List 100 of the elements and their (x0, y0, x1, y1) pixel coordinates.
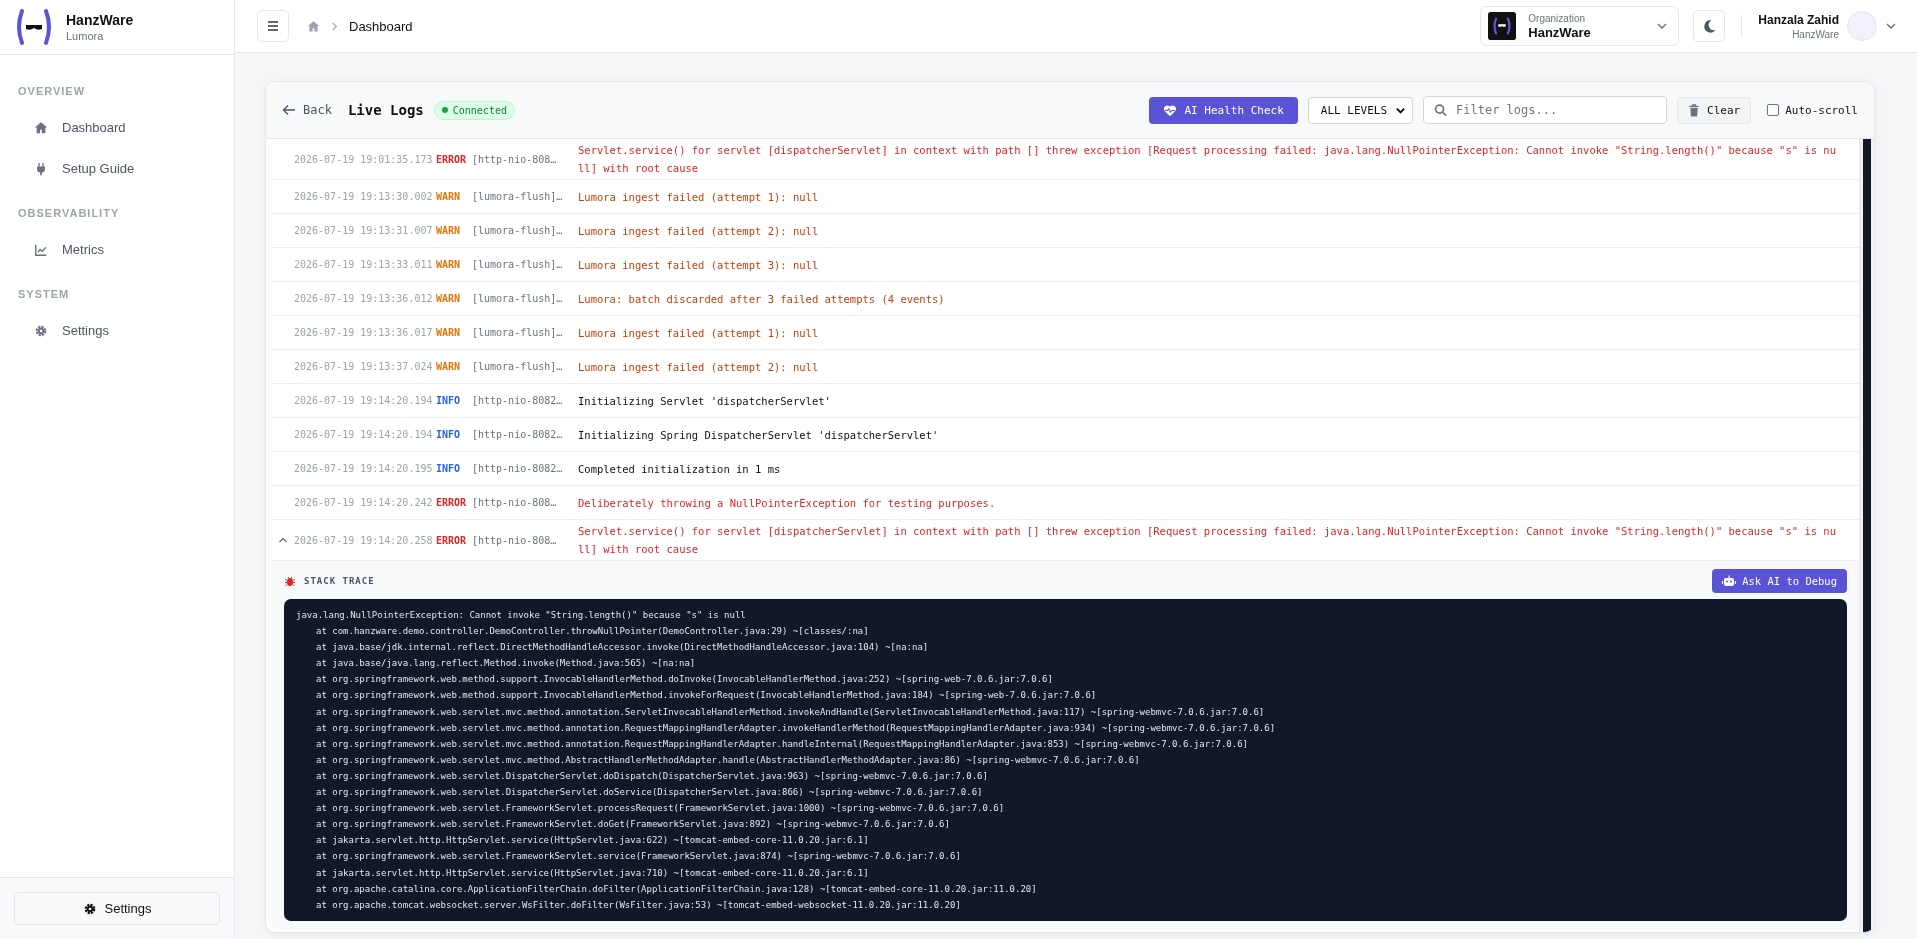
log-message: Deliberately throwing a NullPointerException for testing purposes. (578, 495, 997, 511)
auto-scroll-checkbox[interactable] (1767, 104, 1780, 116)
stack-frame-line: at org.springframework.web.servlet.mvc.method.annotation.RequestMappingHandlerAdapter.handleInternal(RequestMappingHandlerAdapter.java:853) ~[spring-webmvc-7.0.6.jar:7.0.6] (315, 737, 1249, 751)
log-thread: [lumora-flush]… (472, 327, 564, 338)
log-thread: [lumora-flush]… (472, 191, 564, 202)
log-thread: [http-nio-808… (472, 534, 558, 546)
level-filter-dropdown[interactable]: ALL LEVELS (1307, 96, 1413, 124)
log-thread: [http-nio-808… (472, 497, 558, 508)
heart-pulse-icon (1163, 103, 1178, 117)
log-thread: [http-nio-808… (472, 153, 558, 165)
stack-frame-line: at org.apache.tomcat.websocket.server.WsFilter.doFilter(WsFilter.java:53) ~[tomcat-embed-websocket-11.0.20.jar:11.0.20] (315, 898, 962, 912)
log-timestamp: 2026-07-19 19:13:37.024 (294, 361, 434, 372)
log-timestamp: 2026-07-19 19:14:20.258 (294, 534, 434, 546)
home-icon (34, 120, 48, 135)
log-timestamp: 2026-07-19 19:14:20.195 (294, 463, 434, 474)
log-message: Lumora ingest failed (attempt 2): null (578, 359, 820, 375)
log-thread: [lumora-flush]… (472, 293, 564, 304)
back-link[interactable]: Back (282, 103, 332, 117)
organization-name: HanzWare (1528, 24, 1592, 40)
chevron-down-icon (1656, 20, 1669, 32)
stack-frame-line: at org.springframework.web.servlet.DispatcherServlet.doDispatch(DispatcherServlet.java:963) ~[spring-webmvc-7.0.6.jar:7.0.6] (315, 769, 989, 783)
settings-icon (82, 901, 97, 916)
log-level: ERROR (436, 153, 468, 165)
stack-frame-line: at org.springframework.web.servlet.mvc.method.annotation.ServletInvocableHandlerMethod.invokeAndHandle(ServletInvocableHandlerMethod.java:117) ~[spring-webmvc-7.0.6.jar:7.0.6] (315, 705, 1266, 719)
log-message: Servlet.service() for servlet [dispatcherServlet] in context with path [] threw exception [Request processing failed: java.lang.NullPointerException: Cannot invoke "String.length()" because "s" is null] with root cause (578, 524, 1837, 557)
panel-title: Live Logs (347, 102, 424, 118)
stack-frame-line: at org.apache.catalina.core.ApplicationFilterChain.doFilter(ApplicationFilterChain.java:128) ~[tomcat-embed-core-11.0.20.jar:11.0.20] (315, 882, 1038, 896)
filter-logs-field[interactable]: Filter logs... (1423, 96, 1667, 124)
organization-caption: Organization (1528, 12, 1586, 24)
settings-button[interactable]: Settings (14, 892, 220, 925)
chevron-down-icon[interactable] (1885, 20, 1897, 32)
log-level: INFO (436, 429, 462, 440)
nav-item[interactable]: Dashboard (0, 107, 234, 148)
breadcrumb-current: Dashboard (349, 18, 413, 34)
stack-frame-line: at org.springframework.web.method.support.InvocableHandlerMethod.invokeForRequest(InvocableHandlerMethod.java:184) ~[spring-web-7.0.6.jar:7.0.6] (315, 689, 1098, 703)
settings-icon (34, 323, 48, 338)
moon-icon (1701, 18, 1717, 34)
theme-toggle-button[interactable] (1693, 10, 1726, 42)
menu-button[interactable] (257, 10, 289, 42)
log-level: WARN (436, 191, 462, 202)
log-message: Initializing Spring DispatcherServlet 'dispatcherServlet' (578, 427, 940, 443)
nav-item[interactable]: Setup Guide (0, 148, 234, 189)
bug-icon (284, 575, 296, 587)
log-thread: [lumora-flush]… (472, 259, 564, 270)
log-level: WARN (436, 327, 462, 338)
stack-frame-line: at org.springframework.web.servlet.mvc.method.annotation.RequestMappingHandlerAdapter.invokeHandlerMethod(RequestMappingHandlerAdapter.java:934) ~[spring-webmvc-7.0.6.jar:7.0.6] (315, 721, 1277, 735)
stack-frame-line: at org.springframework.web.servlet.DispatcherServlet.doService(DispatcherServlet.java:866) ~[spring-webmvc-7.0.6.jar:7.0.6] (315, 786, 984, 800)
stack-frame-line: at com.hanzware.demo.controller.DemoController.throwNullPointer(DemoController.java:29) ~[classes/:na] (315, 625, 870, 639)
brand-subtitle: Lumora (66, 30, 105, 42)
log-timestamp: 2026-07-19 19:01:35.173 (294, 153, 434, 165)
search-icon (1434, 103, 1447, 117)
user-organization: HanzWare (1792, 28, 1839, 40)
log-message: Lumora: batch discarded after 3 failed attempts (4 events) (578, 291, 946, 307)
log-timestamp: 2026-07-19 19:14:20.242 (294, 497, 434, 508)
scrollbar[interactable] (1859, 139, 1874, 932)
log-level: WARN (436, 259, 462, 270)
trash-icon (1688, 103, 1700, 117)
log-level: INFO (436, 463, 462, 474)
line-chart-icon (34, 242, 48, 257)
stack-frame-line: at org.springframework.web.method.support.InvocableHandlerMethod.doInvoke(InvocableHandlerMethod.java:252) ~[spring-web-7.0.6.jar:7.0.6] (315, 673, 1054, 687)
log-level: ERROR (436, 534, 468, 546)
stack-frame-line: at org.springframework.web.servlet.FrameworkServlet.service(FrameworkServlet.java:874) ~[spring-webmvc-7.0.6.jar:7.0.6] (315, 850, 962, 864)
log-thread: [http-nio-8082… (472, 463, 564, 474)
caret-up-icon[interactable] (278, 535, 288, 545)
log-timestamp: 2026-07-19 19:13:33.011 (294, 259, 434, 270)
connection-status-badge: Connected (433, 100, 515, 120)
arrow-left-icon (282, 103, 296, 117)
plug-icon (34, 161, 48, 176)
log-message: Lumora ingest failed (attempt 1): null (578, 325, 820, 341)
nav-item[interactable]: Settings (0, 310, 234, 351)
log-level: INFO (436, 395, 462, 406)
log-message: Initializing Servlet 'dispatcherServlet' (578, 393, 832, 409)
log-message: Lumora ingest failed (attempt 3): null (578, 257, 820, 273)
stack-frame-line: at java.base/jdk.internal.reflect.DirectMethodHandleAccessor.invoke(DirectMethodHandleAccessor.java:104) ~[na:na] (315, 641, 930, 655)
log-timestamp: 2026-07-19 19:13:36.017 (294, 327, 434, 338)
log-message: Lumora ingest failed (attempt 1): null (578, 189, 820, 205)
clear-button[interactable]: Clear (1677, 96, 1752, 124)
menu-icon (266, 19, 280, 33)
log-thread: [lumora-flush]… (472, 225, 564, 236)
ai-health-check-button[interactable]: AI Health Check (1149, 96, 1298, 124)
organization-logo-icon (1488, 12, 1517, 40)
log-level: ERROR (436, 497, 468, 508)
chevron-right-icon (330, 21, 339, 31)
nav-section-title: OVERVIEW (17, 84, 87, 99)
home-icon[interactable] (307, 19, 320, 33)
stack-frame-line: at jakarta.servlet.http.HttpServlet.service(HttpServlet.java:622) ~[tomcat-embed-core-11.0.20.jar:6.1] (315, 834, 870, 848)
nav-item[interactable]: Metrics (0, 229, 234, 270)
stack-trace-title: STACK TRACE (304, 576, 375, 586)
organization-selector[interactable]: Organization HanzWare (1480, 6, 1680, 46)
stack-frame-line: at java.base/java.lang.reflect.Method.invoke(Method.java:565) ~[na:na] (315, 657, 697, 671)
log-timestamp: 2026-07-19 19:14:20.194 (294, 395, 434, 406)
log-thread: [lumora-flush]… (472, 361, 564, 372)
log-timestamp: 2026-07-19 19:13:30.002 (294, 191, 434, 202)
stack-frame-line: at org.springframework.web.servlet.FrameworkServlet.doGet(FrameworkServlet.java:892) ~[spring-webmvc-7.0.6.jar:7.0.6] (315, 818, 951, 832)
log-thread: [http-nio-8082… (472, 395, 564, 406)
log-timestamp: 2026-07-19 19:14:20.194 (294, 429, 434, 440)
ask-ai-button[interactable]: Ask AI to Debug (1712, 569, 1847, 593)
nav-section-title: SYSTEM (17, 287, 71, 302)
stack-frame-line: at jakarta.servlet.http.HttpServlet.service(HttpServlet.java:710) ~[tomcat-embed-core-11.0.20.jar:6.1] (315, 866, 870, 880)
brand-logo-icon (14, 7, 54, 47)
